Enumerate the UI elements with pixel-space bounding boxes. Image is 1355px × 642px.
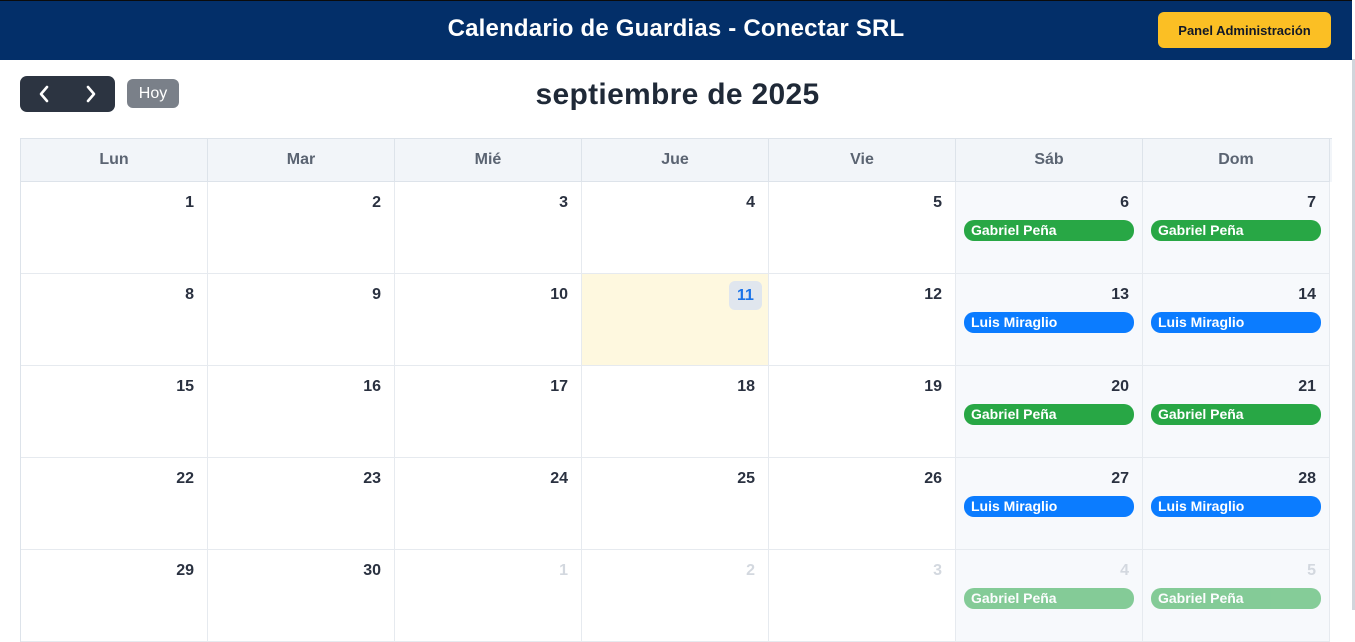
calendar-day[interactable]: 9 — [208, 274, 395, 366]
calendar-week-row: 15 16 17 18 19 20 Gabriel Peña 21 Gabriel Peña — [21, 366, 1332, 458]
day-number: 29 — [176, 562, 194, 579]
guard-shift-event[interactable]: Gabriel Peña — [964, 588, 1134, 609]
calendar-day-other-month[interactable]: 4 Gabriel Peña — [956, 550, 1143, 642]
day-number: 19 — [924, 378, 942, 395]
guard-shift-event[interactable]: Luis Miraglio — [1151, 496, 1321, 517]
day-number: 1 — [559, 562, 568, 579]
guard-shift-event[interactable]: Gabriel Peña — [964, 220, 1134, 241]
weekday-header: Jue — [582, 139, 769, 182]
calendar-day[interactable]: 3 — [395, 182, 582, 274]
day-number: 28 — [1298, 470, 1316, 487]
calendar-day[interactable]: 12 — [769, 274, 956, 366]
guard-shift-event[interactable]: Luis Miraglio — [964, 496, 1134, 517]
day-number: 9 — [372, 286, 381, 303]
day-number: 21 — [1298, 378, 1316, 395]
guard-shift-event[interactable]: Luis Miraglio — [1151, 312, 1321, 333]
calendar-day[interactable]: 21 Gabriel Peña — [1143, 366, 1330, 458]
day-number: 23 — [363, 470, 381, 487]
calendar-day[interactable]: 13 Luis Miraglio — [956, 274, 1143, 366]
guard-shift-event[interactable]: Gabriel Peña — [964, 404, 1134, 425]
day-number: 2 — [746, 562, 755, 579]
calendar-day[interactable]: 8 — [21, 274, 208, 366]
calendar-day-other-month[interactable]: 5 Gabriel Peña — [1143, 550, 1330, 642]
calendar-day[interactable]: 25 — [582, 458, 769, 550]
calendar-day[interactable]: 14 Luis Miraglio — [1143, 274, 1330, 366]
calendar-week-row: 22 23 24 25 26 27 Luis Miraglio 28 Luis Miraglio — [21, 458, 1332, 550]
calendar-day-other-month[interactable]: 1 — [395, 550, 582, 642]
day-number: 27 — [1111, 470, 1129, 487]
day-number: 26 — [924, 470, 942, 487]
day-number: 4 — [1120, 562, 1129, 579]
calendar-day[interactable]: 19 — [769, 366, 956, 458]
day-number: 8 — [185, 286, 194, 303]
calendar-day[interactable]: 16 — [208, 366, 395, 458]
day-number: 25 — [737, 470, 755, 487]
calendar-day[interactable]: 6 Gabriel Peña — [956, 182, 1143, 274]
month-title: septiembre de 2025 — [535, 78, 820, 111]
calendar-day[interactable]: 23 — [208, 458, 395, 550]
day-number: 3 — [559, 194, 568, 211]
day-number: 10 — [550, 286, 568, 303]
day-number: 6 — [1120, 194, 1129, 211]
day-number: 18 — [737, 378, 755, 395]
weekday-header: Lun — [21, 139, 208, 182]
calendar-day[interactable]: 28 Luis Miraglio — [1143, 458, 1330, 550]
day-number: 2 — [372, 194, 381, 211]
calendar-day[interactable]: 17 — [395, 366, 582, 458]
weekday-header: Dom — [1143, 139, 1330, 182]
calendar-day[interactable]: 29 — [21, 550, 208, 642]
calendar-week-row: 8 9 10 11 12 13 Luis Miraglio 14 Luis Miraglio — [21, 274, 1332, 366]
day-number: 15 — [176, 378, 194, 395]
page-title: Calendario de Guardias - Conectar SRL — [447, 15, 905, 42]
calendar-day[interactable]: 18 — [582, 366, 769, 458]
calendar-week-row: 1 2 3 4 5 6 Gabriel Peña 7 Gabriel Peña — [21, 182, 1332, 274]
weekday-header: Mié — [395, 139, 582, 182]
weekday-header: Mar — [208, 139, 395, 182]
calendar-day[interactable]: 27 Luis Miraglio — [956, 458, 1143, 550]
guard-shift-event[interactable]: Luis Miraglio — [964, 312, 1134, 333]
day-number: 5 — [933, 194, 942, 211]
weekday-header: Sáb — [956, 139, 1143, 182]
day-number: 22 — [176, 470, 194, 487]
day-number: 12 — [924, 286, 942, 303]
day-number: 4 — [746, 194, 755, 211]
calendar-day[interactable]: 1 — [21, 182, 208, 274]
calendar-day-today[interactable]: 11 — [582, 274, 769, 366]
calendar-day[interactable]: 2 — [208, 182, 395, 274]
calendar-day[interactable]: 4 — [582, 182, 769, 274]
calendar-day[interactable]: 22 — [21, 458, 208, 550]
app-header: Calendario de Guardias - Conectar SRL Pa… — [0, 0, 1352, 60]
guard-shift-event[interactable]: Gabriel Peña — [1151, 588, 1321, 609]
calendar-week-row: 29 30 1 2 3 4 Gabriel Peña 5 Gabriel Peña — [21, 550, 1332, 642]
day-number: 16 — [363, 378, 381, 395]
calendar-day[interactable]: 7 Gabriel Peña — [1143, 182, 1330, 274]
day-number: 1 — [185, 194, 194, 211]
calendar-day[interactable]: 5 — [769, 182, 956, 274]
day-number: 11 — [729, 281, 762, 310]
calendar-day[interactable]: 24 — [395, 458, 582, 550]
day-number: 7 — [1307, 194, 1316, 211]
guard-shift-event[interactable]: Gabriel Peña — [1151, 404, 1321, 425]
day-number: 3 — [933, 562, 942, 579]
day-number: 13 — [1111, 286, 1129, 303]
admin-panel-button[interactable]: Panel Administración — [1158, 12, 1331, 48]
weekday-header-row: Lun Mar Mié Jue Vie Sáb Dom — [21, 139, 1332, 182]
weekday-header: Vie — [769, 139, 956, 182]
calendar-day[interactable]: 20 Gabriel Peña — [956, 366, 1143, 458]
calendar-day-other-month[interactable]: 2 — [582, 550, 769, 642]
day-number: 5 — [1307, 562, 1316, 579]
day-number: 20 — [1111, 378, 1129, 395]
day-number: 17 — [550, 378, 568, 395]
day-number: 30 — [363, 562, 381, 579]
calendar-day[interactable]: 26 — [769, 458, 956, 550]
day-number: 14 — [1298, 286, 1316, 303]
calendar-day[interactable]: 15 — [21, 366, 208, 458]
calendar-day-other-month[interactable]: 3 — [769, 550, 956, 642]
calendar-grid: Lun Mar Mié Jue Vie Sáb Dom 1 2 3 4 5 6 Gabriel Peña… — [20, 138, 1332, 642]
calendar-day[interactable]: 10 — [395, 274, 582, 366]
day-number: 24 — [550, 470, 568, 487]
calendar-day[interactable]: 30 — [208, 550, 395, 642]
guard-shift-event[interactable]: Gabriel Peña — [1151, 220, 1321, 241]
